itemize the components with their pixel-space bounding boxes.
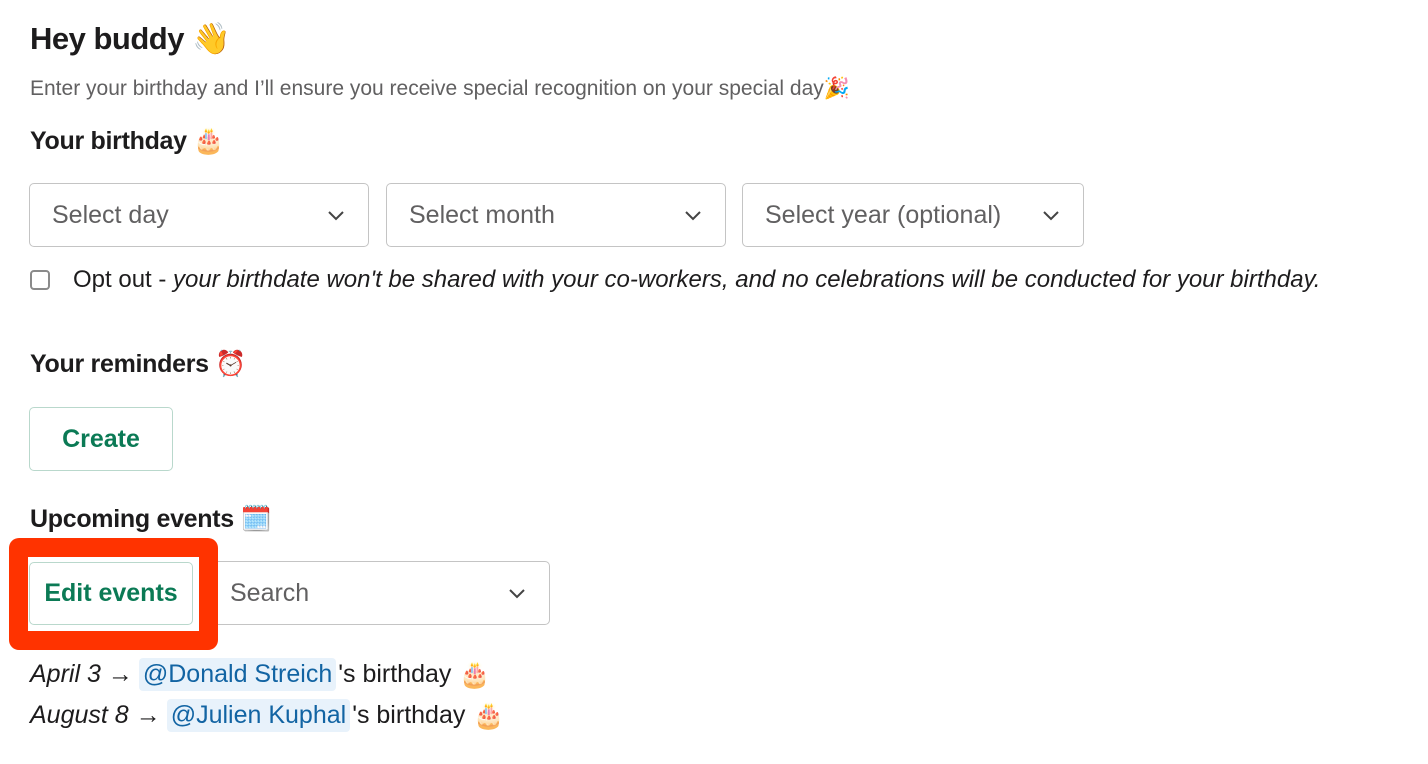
- user-mention[interactable]: @Donald Streich: [138, 658, 337, 691]
- user-mention[interactable]: @Julien Kuphal: [166, 699, 351, 732]
- events-search-placeholder: Search: [230, 578, 310, 607]
- opt-out-checkbox[interactable]: [30, 270, 50, 290]
- alarm-clock-icon: ⏰: [215, 349, 247, 378]
- event-suffix: 's birthday: [352, 701, 466, 729]
- arrow-icon: →: [135, 701, 161, 729]
- page-title: Hey buddy 👋: [30, 20, 231, 57]
- upcoming-events-heading-text: Upcoming events: [30, 505, 234, 533]
- edit-events-button[interactable]: Edit events: [29, 562, 193, 625]
- event-suffix: 's birthday: [338, 660, 452, 688]
- select-day-dropdown[interactable]: Select day: [29, 183, 369, 247]
- chevron-down-icon: [685, 211, 701, 221]
- party-popper-icon: 🎉: [823, 76, 850, 100]
- subtitle-text: Enter your birthday and I’ll ensure you …: [30, 77, 824, 100]
- events-search-dropdown[interactable]: Search: [214, 561, 550, 625]
- select-year-dropdown[interactable]: Select year (optional): [742, 183, 1084, 247]
- page-title-text: Hey buddy: [30, 21, 184, 56]
- opt-out-row: Opt out - your birthdate won't be shared…: [30, 266, 1320, 294]
- select-year-placeholder: Select year (optional): [765, 200, 1002, 229]
- select-month-dropdown[interactable]: Select month: [386, 183, 726, 247]
- upcoming-events-heading: Upcoming events 🗓️: [30, 504, 272, 534]
- reminders-heading: Your reminders ⏰: [30, 349, 247, 379]
- birthday-heading: Your birthday 🎂: [30, 126, 225, 156]
- event-item: April 3 → @Donald Streich 's birthday 🎂: [30, 658, 491, 691]
- waving-hand-icon: 👋: [192, 21, 231, 57]
- select-month-placeholder: Select month: [409, 200, 555, 229]
- birthday-cake-icon: 🎂: [459, 659, 491, 689]
- page-subtitle: Enter your birthday and I’ll ensure you …: [30, 76, 850, 101]
- event-item: August 8 → @Julien Kuphal 's birthday 🎂: [30, 699, 505, 732]
- arrow-icon: →: [107, 660, 133, 688]
- birthday-cake-icon: 🎂: [193, 126, 225, 155]
- birthday-heading-text: Your birthday: [30, 127, 187, 155]
- chevron-down-icon: [328, 211, 344, 221]
- create-reminder-button[interactable]: Create: [29, 407, 173, 471]
- event-date: April 3: [30, 660, 101, 688]
- chevron-down-icon: [509, 589, 525, 599]
- chevron-down-icon: [1043, 211, 1059, 221]
- opt-out-label: Opt out -: [73, 266, 174, 293]
- event-date: August 8: [30, 701, 129, 729]
- select-day-placeholder: Select day: [52, 200, 169, 229]
- calendar-icon: 🗓️: [240, 504, 272, 533]
- birthday-cake-icon: 🎂: [473, 700, 505, 730]
- opt-out-description: your birthdate won't be shared with your…: [173, 266, 1321, 293]
- reminders-heading-text: Your reminders: [30, 350, 209, 378]
